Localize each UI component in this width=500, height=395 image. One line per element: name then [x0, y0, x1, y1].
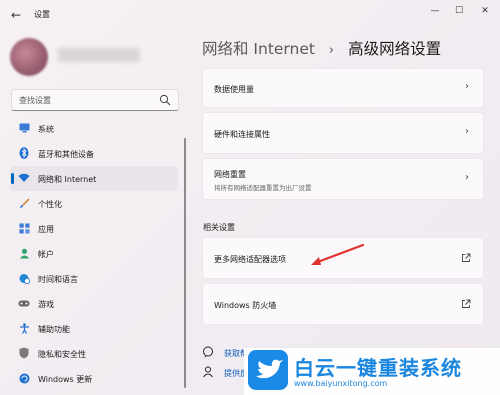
sidebar-item-gaming[interactable]: 游戏 — [10, 291, 178, 316]
sidebar-item-network[interactable]: 网络和 Internet — [10, 166, 178, 191]
hardware-properties-card[interactable]: 硬件和连接属性 › — [202, 112, 484, 154]
avatar — [10, 38, 48, 76]
accessibility-icon — [18, 322, 30, 334]
card-title: 更多网络适配器选项 — [214, 255, 286, 264]
bluetooth-icon — [18, 147, 30, 159]
bird-logo-icon — [248, 350, 288, 390]
page-title: 高级网络设置 — [348, 40, 442, 58]
maximize-icon: ☐ — [454, 6, 464, 16]
settings-window: ← 设置 — ☐ ✕ 查找设置 系统 蓝牙和其他设备 网络和 Internet … — [0, 0, 500, 395]
active-indicator — [11, 173, 14, 184]
breadcrumb: 网络和 Internet › 高级网络设置 — [202, 37, 441, 59]
help-chat-icon — [203, 346, 213, 358]
back-arrow-icon: ← — [10, 8, 22, 22]
wifi-icon — [18, 172, 30, 184]
sidebar-item-accessibility[interactable]: 辅助功能 — [10, 316, 178, 341]
sidebar-item-label: 帐户 — [38, 250, 54, 259]
sidebar-item-label: 辅助功能 — [38, 325, 70, 334]
profile-name-redacted — [58, 48, 140, 62]
breadcrumb-separator: › — [328, 43, 335, 58]
minimize-button[interactable]: — — [424, 3, 446, 19]
title-bar: ← 设置 — ☐ ✕ — [0, 0, 500, 30]
external-link-icon — [462, 299, 471, 308]
related-settings-heading: 相关设置 — [203, 223, 235, 232]
sidebar-item-label: 网络和 Internet — [38, 175, 97, 184]
data-usage-card[interactable]: 数据使用量 › — [202, 68, 484, 108]
chevron-right-icon: › — [465, 126, 469, 137]
card-title: 硬件和连接属性 — [214, 130, 270, 139]
globe-clock-icon — [18, 272, 30, 284]
search-icon — [159, 94, 171, 106]
sidebar-item-label: 系统 — [38, 125, 54, 134]
app-title: 设置 — [34, 10, 50, 19]
back-button[interactable]: ← — [8, 7, 24, 23]
watermark: 白云一键重装系统 www.baiyunxitong.com — [244, 348, 500, 395]
sidebar-item-privacy[interactable]: 隐私和安全性 — [10, 341, 178, 366]
sidebar-item-label: 隐私和安全性 — [38, 350, 86, 359]
card-subtitle: 将所有网络适配器重置为出厂设置 — [214, 184, 312, 192]
watermark-url: www.baiyunxitong.com — [294, 379, 388, 388]
chevron-right-icon: › — [465, 172, 469, 183]
sidebar-item-bluetooth[interactable]: 蓝牙和其他设备 — [10, 141, 178, 166]
monitor-icon — [18, 122, 30, 134]
sidebar-item-accounts[interactable]: 帐户 — [10, 241, 178, 266]
sidebar-scrollbar[interactable] — [184, 138, 186, 388]
account-icon — [18, 247, 30, 259]
close-button[interactable]: ✕ — [474, 3, 496, 19]
windows-firewall-card[interactable]: Windows 防火墙 — [202, 283, 484, 325]
sidebar-item-windows-update[interactable]: Windows 更新 — [10, 366, 178, 391]
user-profile[interactable] — [10, 38, 180, 78]
sidebar-item-personalization[interactable]: 个性化 — [10, 191, 178, 216]
gamepad-icon — [18, 297, 30, 309]
sidebar-item-label: 蓝牙和其他设备 — [38, 150, 94, 159]
search-placeholder: 查找设置 — [19, 96, 51, 105]
close-icon: ✕ — [481, 6, 489, 16]
maximize-button[interactable]: ☐ — [448, 3, 470, 19]
brush-icon — [18, 197, 30, 209]
chevron-right-icon: › — [465, 81, 469, 92]
sidebar-item-label: Windows 更新 — [38, 375, 93, 384]
sidebar-item-label: 游戏 — [38, 300, 54, 309]
watermark-name: 白云一键重装系统 — [294, 356, 462, 380]
sidebar-item-label: 个性化 — [38, 200, 62, 209]
sidebar-nav: 系统 蓝牙和其他设备 网络和 Internet 个性化 应用 帐户 时间和语言 … — [10, 116, 180, 391]
minimize-icon: — — [430, 6, 440, 16]
sidebar-item-system[interactable]: 系统 — [10, 116, 178, 141]
breadcrumb-parent[interactable]: 网络和 Internet — [202, 40, 315, 58]
sidebar-item-apps[interactable]: 应用 — [10, 216, 178, 241]
network-reset-card[interactable]: 网络重置 将所有网络适配器重置为出厂设置 › — [202, 158, 484, 200]
apps-icon — [18, 222, 30, 234]
sidebar-item-label: 应用 — [38, 225, 54, 234]
sidebar-item-time-language[interactable]: 时间和语言 — [10, 266, 178, 291]
shield-icon — [18, 347, 30, 359]
search-input[interactable]: 查找设置 — [11, 89, 179, 111]
update-icon — [18, 372, 30, 384]
external-link-icon — [462, 253, 471, 262]
annotation-arrow-icon — [311, 243, 365, 265]
card-title: 数据使用量 — [214, 85, 254, 94]
card-title: 网络重置 — [214, 170, 246, 179]
sidebar-item-label: 时间和语言 — [38, 275, 78, 284]
card-title: Windows 防火墙 — [214, 301, 277, 310]
feedback-icon — [203, 366, 213, 378]
